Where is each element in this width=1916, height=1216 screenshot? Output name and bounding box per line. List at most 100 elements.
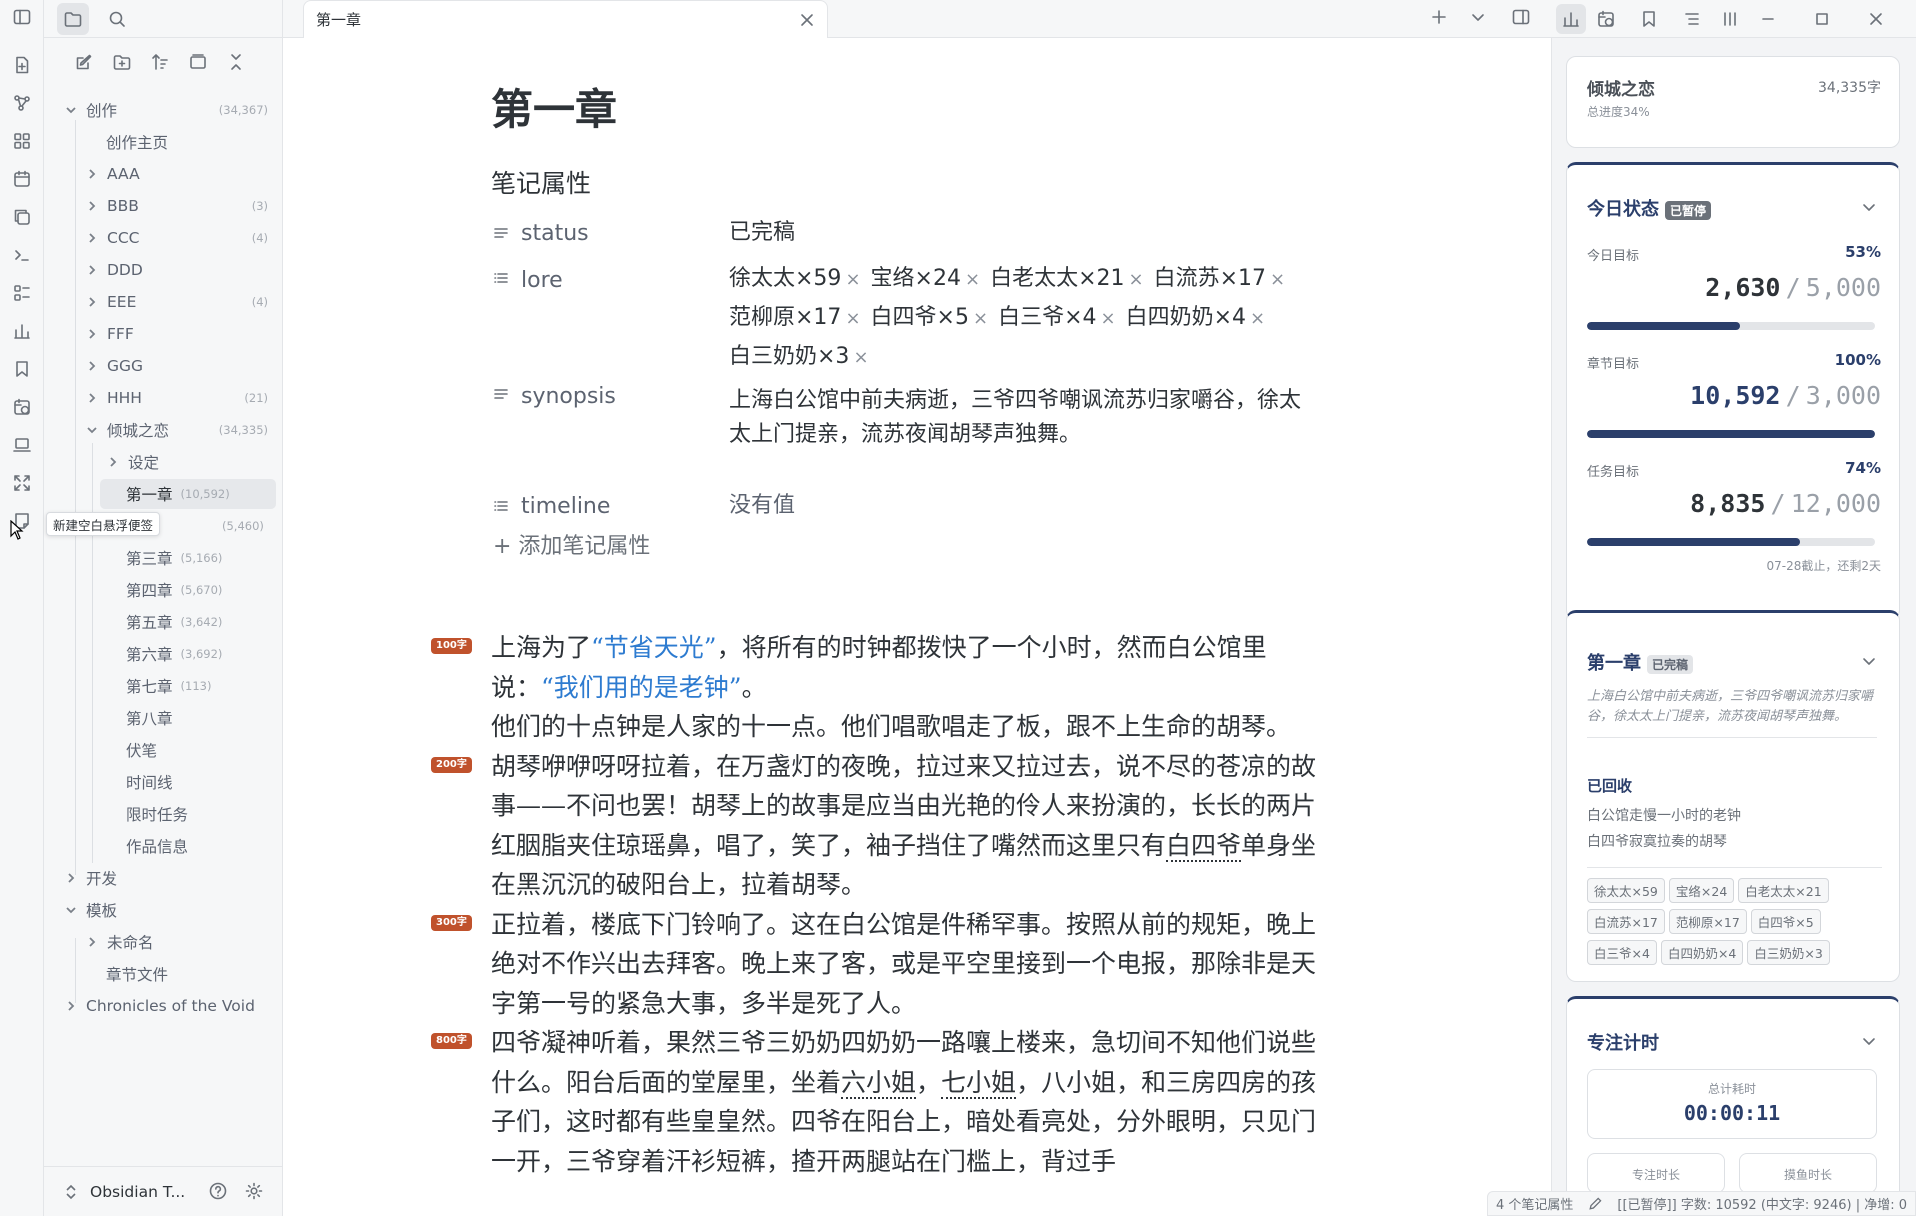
property-synopsis[interactable]: synopsis 上海白公馆中前夫病逝，三爷四爷嘲讽流苏归家嚼谷，徐太太上门提亲… [491, 384, 1319, 452]
character-chip[interactable]: 白三爷×4 [1587, 940, 1657, 965]
character-chip[interactable]: 白四奶奶×4 [1660, 940, 1744, 965]
lore-tag[interactable]: 范柳原×17 × [729, 299, 861, 338]
help-icon[interactable] [208, 1181, 228, 1201]
paragraph[interactable]: 他们的十点钟是人家的十一点。他们唱歌唱走了板，跟不上生命的胡琴。 [491, 707, 1331, 747]
property-count[interactable]: 4 个笔记属性 [1496, 1194, 1573, 1213]
tree-folder-GGG[interactable]: GGG [85, 351, 143, 381]
character-chip[interactable]: 宝络×24 [1668, 878, 1735, 903]
character-chip[interactable]: 范柳原×17 [1668, 909, 1747, 934]
copy-icon[interactable] [7, 202, 37, 232]
tree-file-第八章[interactable]: 第八章 [126, 703, 173, 733]
toggle-sidebar-icon[interactable] [7, 2, 37, 32]
lore-values[interactable]: 徐太太×59 × 宝络×24 × 白老太太×21 × 白流苏×17 × 范柳原×17 × 白四爷×5… [729, 260, 1319, 377]
collapse-all-icon[interactable] [222, 48, 250, 76]
bookmark-icon[interactable] [7, 354, 37, 384]
tree-file-伏笔[interactable]: 伏笔 [126, 735, 157, 765]
sort-icon[interactable] [146, 48, 174, 76]
character-chip[interactable]: 白老太太×21 [1738, 878, 1829, 903]
tree-file-作品信息[interactable]: 作品信息 [126, 831, 188, 861]
collapse-view-icon[interactable] [184, 48, 212, 76]
remove-tag-icon[interactable]: × [1129, 269, 1144, 290]
remove-tag-icon[interactable]: × [1270, 269, 1285, 290]
slack-duration-box[interactable]: 摸鱼时长 [1739, 1153, 1877, 1193]
new-note-icon[interactable] [7, 50, 37, 80]
folder-icon[interactable] [57, 3, 89, 35]
note-title[interactable]: 第一章 [491, 76, 617, 137]
lore-tag[interactable]: 徐太太×59 × [729, 260, 861, 299]
toggle-right-sidebar-icon[interactable] [1511, 7, 1531, 27]
book-card[interactable]: 倾城之恋 34,335字 总进度34% [1566, 56, 1900, 148]
remove-tag-icon[interactable]: × [853, 347, 868, 368]
settings-gear-icon[interactable] [244, 1181, 264, 1201]
paragraph[interactable]: 200字 胡琴咿咿呀呀拉着，在万盏灯的夜晚，拉过来又拉过去，说不尽的苍凉的故事——… [431, 747, 1331, 905]
laptop-icon[interactable] [7, 430, 37, 460]
close-tab-icon[interactable] [797, 10, 817, 30]
close-window-icon[interactable] [1861, 4, 1891, 34]
tree-folder-FFF[interactable]: FFF [85, 319, 134, 349]
vault-switcher[interactable]: Obsidian T... [44, 1166, 283, 1216]
maximize-icon[interactable] [1807, 4, 1837, 34]
tree-file-第三章[interactable]: 第三章 (5,166) [126, 543, 222, 573]
paragraph[interactable]: 300字 正拉着，楼底下门铃响了。这在白公馆是件稀罕事。按照从前的规矩，晚上绝对不… [431, 905, 1331, 1024]
bar-chart-icon[interactable] [7, 316, 37, 346]
expand-icon[interactable] [7, 468, 37, 498]
tree-folder-chronicles[interactable]: Chronicles of the Void [64, 991, 255, 1021]
remove-tag-icon[interactable]: × [845, 308, 860, 329]
tree-file-时间线[interactable]: 时间线 [126, 767, 173, 797]
tree-file-创作主页[interactable]: 创作主页 [106, 127, 168, 157]
columns-icon[interactable] [1715, 4, 1745, 34]
lore-tag[interactable]: 白三爷×4 × [998, 299, 1116, 338]
list-icon[interactable] [7, 278, 37, 308]
property-lore[interactable]: lore 徐太太×59 × 宝络×24 × 白老太太×21 × 白流苏×17 ×范柳原×17 ×… [491, 260, 1319, 377]
tab-第一章[interactable]: 第一章 [303, 0, 828, 38]
tree-folder-设定[interactable]: 设定 [106, 447, 159, 477]
outline-icon[interactable] [1677, 4, 1707, 34]
character-chip[interactable]: 白三奶奶×3 [1747, 940, 1830, 965]
tree-file-章节文件[interactable]: 章节文件 [106, 959, 168, 989]
stats-icon[interactable] [1556, 4, 1586, 34]
remove-tag-icon[interactable]: × [1101, 308, 1116, 329]
word-count-status[interactable]: [[已暂停]] 字数: 10592 (中文字: 9246) | 净增: 0 [1617, 1194, 1907, 1213]
tree-folder-开发[interactable]: 开发 [64, 863, 117, 893]
note-editor[interactable]: 第一章 笔记属性 status 已完稿 lore 徐太太×59 × 宝络×24 × 白老… [283, 38, 1551, 1216]
add-property-button[interactable]: + 添加笔记属性 [493, 528, 650, 560]
tree-folder-AAA[interactable]: AAA [85, 159, 140, 189]
tree-folder-倾城之恋[interactable]: 倾城之恋 (34,335) [85, 415, 276, 445]
property-timeline[interactable]: timeline 没有值 [491, 487, 1319, 525]
remove-tag-icon[interactable]: × [1250, 308, 1265, 329]
tree-file-第七章[interactable]: 第七章 (113) [126, 671, 211, 701]
new-folder-icon[interactable] [108, 48, 136, 76]
chevron-down-icon[interactable] [1859, 197, 1879, 217]
pencil-icon[interactable] [1587, 1196, 1603, 1212]
timer-calendar-icon[interactable] [7, 392, 37, 422]
lore-tag[interactable]: 白四爷×5 × [871, 299, 989, 338]
lore-tag[interactable]: 白流苏×17 × [1154, 260, 1286, 299]
tree-folder-未命名[interactable]: 未命名 [85, 927, 154, 957]
timer-calendar-icon[interactable] [1591, 4, 1621, 34]
lore-tag[interactable]: 白四奶奶×4 × [1126, 299, 1266, 338]
tree-folder-HHH[interactable]: HHH (21) [85, 383, 276, 413]
terminal-icon[interactable] [7, 240, 37, 270]
tree-folder-创作[interactable]: 创作 (34,367) [64, 95, 276, 125]
new-note-icon[interactable] [70, 48, 98, 76]
calendar-icon[interactable] [7, 164, 37, 194]
character-chip[interactable]: 白流苏×17 [1587, 909, 1665, 934]
paragraph[interactable]: 800字 四爷凝神听着，果然三爷三奶奶四奶奶一路嚷上楼来，急切间不知他们说些什么。… [431, 1023, 1331, 1181]
chevron-down-icon[interactable] [1859, 1031, 1879, 1051]
new-tab-icon[interactable] [1429, 7, 1449, 27]
character-chip[interactable]: 徐太太×59 [1587, 878, 1665, 903]
lore-tag[interactable]: 白老太太×21 × [990, 260, 1144, 299]
property-status[interactable]: status 已完稿 [491, 214, 1319, 252]
minimize-icon[interactable] [1753, 4, 1783, 34]
tree-file-限时任务[interactable]: 限时任务 [126, 799, 188, 829]
note-body[interactable]: 100字 上海为了“节省天光”，将所有的时钟都拨快了一个小时，然而白公馆里说：“我… [431, 628, 1331, 1181]
tab-list-chevron-icon[interactable] [1468, 7, 1488, 27]
tree-folder-CCC[interactable]: CCC (4) [85, 223, 276, 253]
linked-mention[interactable]: 七小姐 [941, 1067, 1017, 1099]
paragraph[interactable]: 100字 上海为了“节省天光”，将所有的时钟都拨快了一个小时，然而白公馆里说：“我… [431, 628, 1331, 707]
remove-tag-icon[interactable]: × [845, 269, 860, 290]
focus-duration-box[interactable]: 专注时长 [1587, 1153, 1725, 1193]
linked-mention[interactable]: 六小姐 [841, 1067, 917, 1099]
chevron-down-icon[interactable] [1859, 651, 1879, 671]
tree-file-第六章[interactable]: 第六章 (3,692) [126, 639, 222, 669]
